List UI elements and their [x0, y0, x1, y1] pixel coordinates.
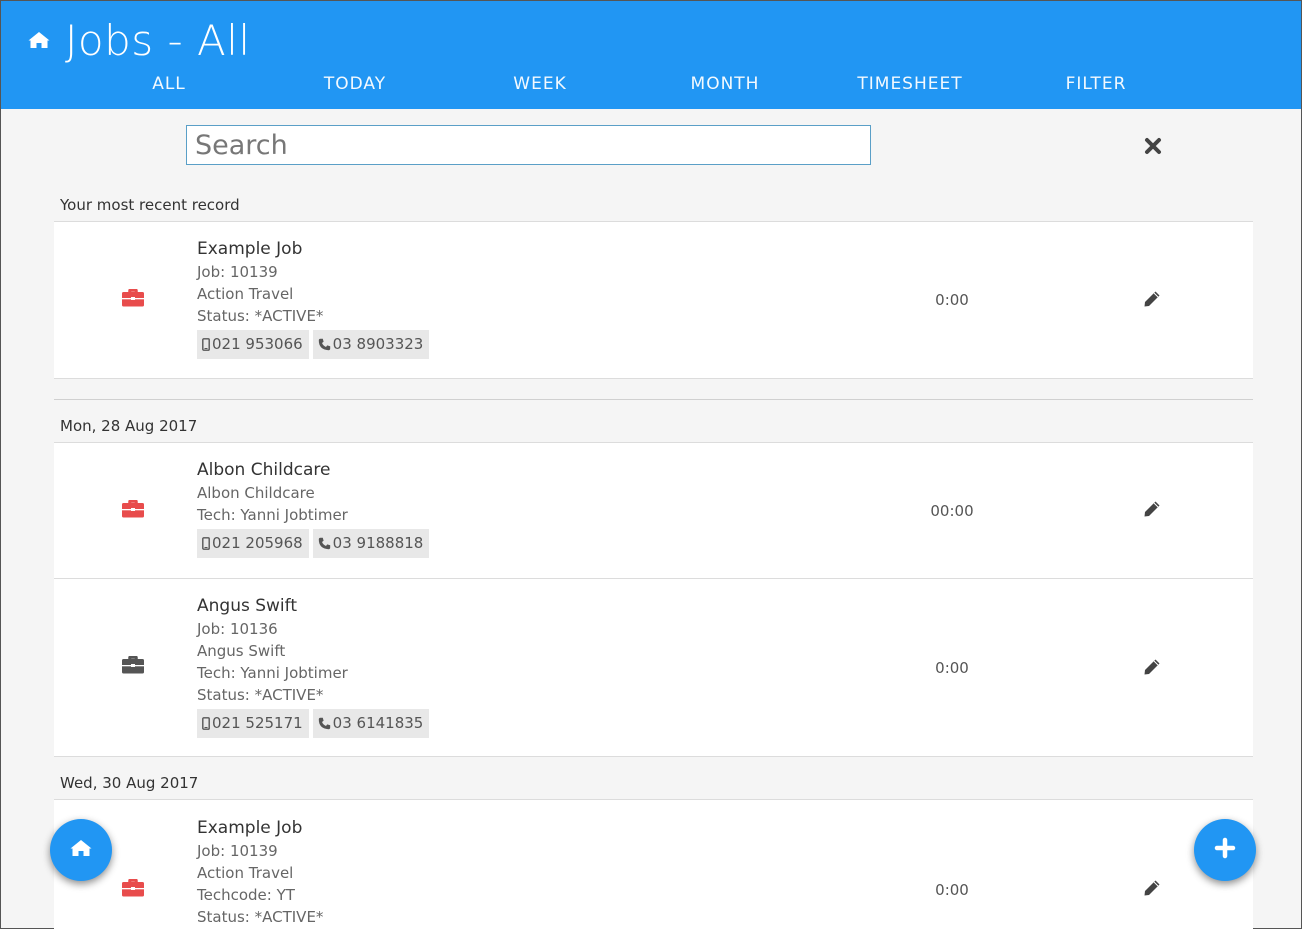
job-title: Example Job — [197, 239, 303, 259]
pencil-icon[interactable] — [1142, 289, 1162, 309]
job-title: Angus Swift — [197, 596, 297, 616]
mobile-icon — [202, 717, 210, 730]
add-job-button[interactable] — [1194, 819, 1256, 881]
recent-card: Example Job Job: 10139 Action Travel Sta… — [54, 221, 1253, 379]
job-client: Action Travel — [197, 864, 294, 882]
phone-icon — [318, 338, 331, 351]
job-number: Job: 10139 — [197, 263, 278, 281]
date-header: Wed, 30 Aug 2017 — [60, 774, 199, 792]
phone-chip[interactable]: 03 9188818 — [312, 529, 430, 558]
pencil-icon[interactable] — [1142, 499, 1162, 519]
close-icon[interactable] — [1142, 135, 1164, 157]
job-tech: Tech: Yanni Jobtimer — [197, 664, 348, 682]
phone-icon — [318, 717, 331, 730]
phone-chip[interactable]: 03 8903323 — [312, 330, 430, 359]
search-input[interactable] — [186, 125, 871, 165]
job-client: Action Travel — [197, 285, 294, 303]
job-row[interactable]: Albon Childcare Albon Childcare Tech: Ya… — [54, 443, 1253, 578]
tab-all[interactable]: ALL — [152, 71, 186, 97]
date-group-card: Example Job Job: 10139 Action Travel Tec… — [54, 799, 1253, 929]
briefcase-icon — [121, 499, 145, 518]
tab-month[interactable]: MONTH — [691, 71, 760, 97]
date-header: Mon, 28 Aug 2017 — [60, 417, 198, 435]
page-title: Jobs - All — [65, 16, 251, 65]
briefcase-icon — [121, 655, 145, 674]
job-number: Job: 10136 — [197, 620, 278, 638]
job-status: Status: *ACTIVE* — [197, 686, 324, 704]
mobile-chip[interactable]: 021 525171 — [197, 709, 309, 738]
job-tech: Tech: Yanni Jobtimer — [197, 506, 348, 524]
job-row[interactable]: Angus Swift Job: 10136 Angus Swift Tech:… — [54, 578, 1253, 756]
mobile-chip[interactable]: 021 953066 — [197, 330, 309, 359]
pencil-icon[interactable] — [1142, 657, 1162, 677]
job-title: Albon Childcare — [197, 460, 331, 480]
tab-today[interactable]: TODAY — [324, 71, 386, 97]
job-duration: 0:00 — [935, 659, 969, 677]
briefcase-icon — [121, 288, 145, 307]
mobile-icon — [202, 338, 210, 351]
job-client: Albon Childcare — [197, 484, 315, 502]
job-status: Status: *ACTIVE* — [197, 908, 324, 926]
job-client: Angus Swift — [197, 642, 286, 660]
home-icon — [69, 837, 93, 863]
section-label-recent: Your most recent record — [60, 196, 240, 214]
tab-week[interactable]: WEEK — [513, 71, 566, 97]
job-row[interactable]: Example Job Job: 10139 Action Travel Sta… — [54, 222, 1253, 378]
mobile-number: 021 953066 — [212, 335, 303, 353]
job-duration: 00:00 — [930, 502, 974, 520]
app-header: Jobs - All ALL TODAY WEEK MONTH TIMESHEE… — [1, 1, 1301, 109]
phone-chip[interactable]: 03 6141835 — [312, 709, 430, 738]
job-number: Job: 10139 — [197, 842, 278, 860]
home-icon[interactable] — [27, 29, 51, 51]
briefcase-icon — [121, 878, 145, 897]
tab-timesheet[interactable]: TIMESHEET — [857, 71, 962, 97]
mobile-number: 021 205968 — [212, 534, 303, 552]
date-group-card: Albon Childcare Albon Childcare Tech: Ya… — [54, 442, 1253, 757]
mobile-icon — [202, 537, 210, 550]
plus-icon — [1214, 837, 1236, 863]
section-divider — [54, 399, 1253, 400]
phone-number: 03 8903323 — [332, 335, 424, 353]
phone-number: 03 9188818 — [332, 534, 424, 552]
job-status: Status: *ACTIVE* — [197, 307, 324, 325]
phone-number: 03 6141835 — [332, 714, 424, 732]
view-tabs: ALL TODAY WEEK MONTH TIMESHEET FILTER — [1, 71, 1301, 101]
tab-filter[interactable]: FILTER — [1066, 71, 1127, 97]
job-row[interactable]: Example Job Job: 10139 Action Travel Tec… — [54, 800, 1253, 929]
mobile-chip[interactable]: 021 205968 — [197, 529, 309, 558]
phone-icon — [318, 537, 331, 550]
pencil-icon[interactable] — [1142, 878, 1162, 898]
job-title: Example Job — [197, 818, 303, 838]
job-techcode: Techcode: YT — [197, 886, 295, 904]
home-fab-button[interactable] — [50, 819, 112, 881]
job-duration: 0:00 — [935, 291, 969, 309]
job-duration: 0:00 — [935, 881, 969, 899]
mobile-number: 021 525171 — [212, 714, 303, 732]
